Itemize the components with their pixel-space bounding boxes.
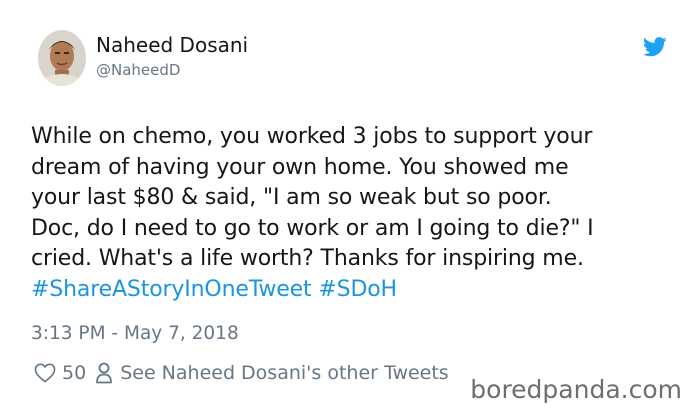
other-tweets-link[interactable]: See Naheed Dosani's other Tweets xyxy=(120,362,449,384)
tweet-line: dream of having your own home. You showe… xyxy=(31,154,569,180)
tweet-card: Naheed Dosani @NaheedD While on chemo, y… xyxy=(0,0,700,415)
hashtag-link[interactable]: #ShareAStoryInOneTweet xyxy=(31,277,312,302)
author-name[interactable]: Naheed Dosani xyxy=(96,33,248,57)
like-count[interactable]: 50 xyxy=(62,362,86,384)
tweet-line: While on chemo, you worked 3 jobs to sup… xyxy=(31,124,593,149)
hashtag-line: #ShareAStoryInOneTweet #SDoH xyxy=(31,275,681,306)
tweet-line: your last $80 & said, "I am so weak but … xyxy=(31,185,552,210)
tweet-text: While on chemo, you worked 3 jobs to sup… xyxy=(31,122,681,305)
heart-icon[interactable] xyxy=(34,363,56,383)
tweet-line: Doc, do I need to go to work or am I goi… xyxy=(31,215,594,241)
twitter-bird-icon[interactable] xyxy=(642,37,667,57)
tweet-timestamp[interactable]: 3:13 PM - May 7, 2018 xyxy=(31,323,239,344)
tweet-line: cried. What's a life worth? Thanks for i… xyxy=(31,246,584,271)
author-handle[interactable]: @NaheedD xyxy=(96,61,180,79)
tweet-actions: 50 See Naheed Dosani's other Tweets xyxy=(34,360,449,386)
author-avatar[interactable] xyxy=(38,30,86,86)
hashtag-link[interactable]: #SDoH xyxy=(318,277,397,302)
watermark: boredpanda.com xyxy=(466,375,686,404)
person-icon[interactable] xyxy=(96,362,113,384)
